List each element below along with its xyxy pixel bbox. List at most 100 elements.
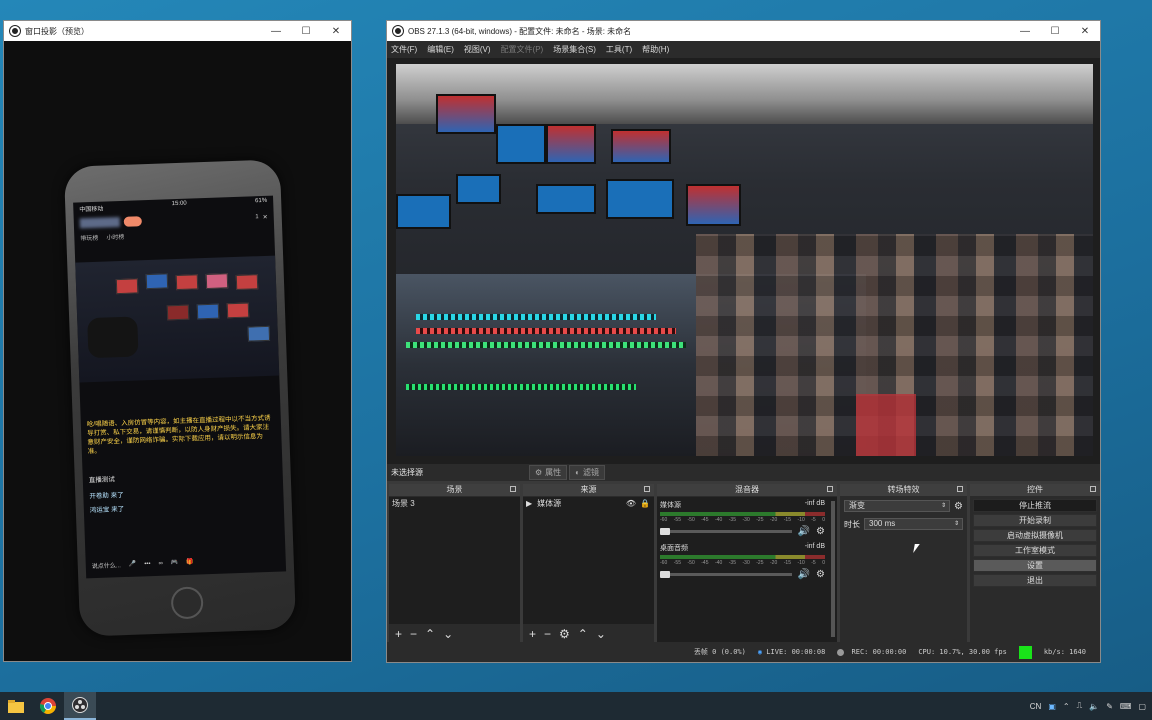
tag-1: 带玩榜	[80, 235, 99, 243]
menu-edit[interactable]: 编辑(E)	[427, 44, 454, 55]
meter-ticks: -60 -55 -50 -45 -40 -35 -30 -25 -20 -15 -10 -5 0	[660, 517, 825, 523]
filter-icon: ◐	[575, 468, 581, 477]
mic-icon: 🎤	[128, 561, 137, 568]
start-recording-button[interactable]: 开始录制	[973, 514, 1097, 527]
gear-icon[interactable]: ⚙	[816, 526, 825, 537]
speaker-icon[interactable]: 🔊	[798, 569, 810, 580]
menu-help[interactable]: 帮助(H)	[642, 44, 669, 55]
chrome-icon[interactable]	[32, 692, 64, 720]
file-explorer-icon[interactable]	[0, 692, 32, 720]
transition-select[interactable]: 渐变 ⇕	[844, 500, 951, 512]
obs-window[interactable]: OBS 27.1.3 (64-bit, windows) - 配置文件: 未命名…	[386, 20, 1101, 663]
chat-input-hint: 说点什么...	[91, 563, 121, 571]
gear-icon[interactable]: ⚙	[954, 501, 963, 512]
follow-badge	[123, 216, 142, 227]
properties-button[interactable]: ⚙ 属性	[529, 465, 568, 480]
mixer-scrollbar[interactable]	[831, 501, 835, 637]
volume-icon[interactable]: 🔈	[1089, 702, 1099, 711]
phone-image: 中国移动 15:00 61% 1 ✕ 带玩榜 小时榜 呛/唱随语、入房仿冒等内容…	[63, 159, 297, 637]
volume-slider-handle[interactable]	[660, 528, 670, 535]
controls-dock-title: 控件	[970, 484, 1100, 496]
visibility-eye-icon[interactable]: 👁	[626, 499, 636, 508]
stop-streaming-button[interactable]: 停止推流	[973, 499, 1097, 512]
menu-profile[interactable]: 配置文件(P)	[501, 44, 544, 55]
close-button[interactable]: ✕	[1070, 21, 1100, 41]
pen-icon[interactable]: ✎	[1106, 702, 1113, 711]
source-toolbar: 未选择源 ⚙ 属性 ◐ 滤镜	[387, 464, 1100, 481]
projector-title: 窗口投影（预览）	[25, 26, 89, 36]
controls-body: 停止推流 开始录制 启动虚拟摄像机 工作室模式 设置 退出	[970, 497, 1100, 644]
undock-icon[interactable]	[827, 486, 833, 492]
undock-icon[interactable]	[957, 486, 963, 492]
settings-button[interactable]: 设置	[973, 559, 1097, 572]
scene-item[interactable]: 场景 3	[389, 497, 520, 509]
dropped-frames: 丢帧 0 (0.0%)	[693, 648, 746, 656]
remove-source-button[interactable]: −	[544, 627, 551, 641]
scenes-list[interactable]: 场景 3	[389, 497, 520, 624]
menu-scene-collection[interactable]: 场景集合(S)	[553, 44, 596, 55]
close-button[interactable]: ✕	[321, 21, 351, 41]
channel-name: 媒体源	[660, 502, 681, 509]
move-down-button[interactable]: ⌄	[443, 627, 453, 641]
keyboard-icon[interactable]: ⌨	[1120, 702, 1132, 711]
preview-canvas[interactable]	[396, 64, 1093, 456]
chevron-updown-icon: ⇕	[941, 503, 947, 509]
undock-icon[interactable]	[510, 486, 516, 492]
minimize-button[interactable]: —	[261, 21, 291, 41]
projector-window[interactable]: 窗口投影（预览） — ☐ ✕ 中国移动 15:00 61% 1 ✕ 带玩榜 小时…	[3, 20, 352, 662]
remove-scene-button[interactable]: −	[410, 627, 417, 641]
cpu-fps: CPU: 10.7%, 30.00 fps	[918, 648, 1007, 656]
gear-icon[interactable]: ⚙	[816, 569, 825, 580]
move-up-button[interactable]: ⌃	[425, 627, 435, 641]
controls-dock: 控件 停止推流 开始录制 启动虚拟摄像机 工作室模式 设置 退出	[970, 484, 1100, 644]
menu-view[interactable]: 视图(V)	[464, 44, 491, 55]
system-tray: CN ▣ ⌃ ⎍ 🔈 ✎ ⌨ ▢	[1030, 692, 1146, 720]
notification-icon[interactable]: ▢	[1138, 702, 1146, 711]
start-virtual-camera-button[interactable]: 启动虚拟摄像机	[973, 529, 1097, 542]
undock-icon[interactable]	[1090, 486, 1096, 492]
input-language[interactable]: CN	[1030, 702, 1042, 711]
move-up-button[interactable]: ⌃	[578, 627, 588, 641]
exit-button[interactable]: 退出	[973, 574, 1097, 587]
lock-icon[interactable]: 🔒	[640, 499, 650, 508]
sources-toolbar: + − ⚙ ⌃ ⌄	[523, 624, 654, 644]
projector-titlebar[interactable]: 窗口投影（预览） — ☐ ✕	[4, 21, 351, 41]
source-item[interactable]: ▶ 媒体源 👁 🔒	[523, 497, 654, 509]
obs-titlebar[interactable]: OBS 27.1.3 (64-bit, windows) - 配置文件: 未命名…	[387, 21, 1100, 41]
show-hidden-icons-chevron-up-icon[interactable]: ⌃	[1063, 702, 1070, 711]
volume-slider[interactable]	[660, 571, 792, 578]
volume-slider[interactable]	[660, 528, 792, 535]
spin-arrows-icon[interactable]: ⇕	[954, 519, 959, 529]
add-source-button[interactable]: +	[529, 627, 536, 641]
menu-file[interactable]: 文件(F)	[391, 44, 417, 55]
speaker-icon[interactable]: 🔊	[798, 526, 810, 537]
minimize-button[interactable]: —	[1010, 21, 1040, 41]
projector-preview: 中国移动 15:00 61% 1 ✕ 带玩榜 小时榜 呛/唱随语、入房仿冒等内容…	[4, 41, 351, 661]
filters-button[interactable]: ◐ 滤镜	[569, 465, 606, 480]
preview-area[interactable]	[387, 58, 1100, 481]
chat-line-3: 鸿运宝 来了	[89, 506, 125, 515]
status-bar: 丢帧 0 (0.0%) ◉ LIVE: 00:00:08 REC: 00:00:…	[387, 642, 1100, 662]
sources-dock-title: 来源	[523, 484, 654, 496]
channel-name: 桌面音频	[660, 545, 688, 552]
maximize-button[interactable]: ☐	[291, 21, 321, 41]
source-settings-gear-icon[interactable]: ⚙	[559, 627, 570, 641]
channel-level: -inf dB	[804, 500, 825, 507]
ime-icon[interactable]: ▣	[1048, 702, 1056, 711]
studio-mode-button[interactable]: 工作室模式	[973, 544, 1097, 557]
move-down-button[interactable]: ⌄	[596, 627, 606, 641]
mixer-dock: 混音器 媒体源 -inf dB -60 -55 -50 -45 -40 -35 -30 -25…	[657, 484, 837, 644]
menu-tools[interactable]: 工具(T)	[606, 44, 632, 55]
undock-icon[interactable]	[644, 486, 650, 492]
maximize-button[interactable]: ☐	[1040, 21, 1070, 41]
taskbar: CN ▣ ⌃ ⎍ 🔈 ✎ ⌨ ▢	[0, 692, 1152, 720]
carrier: 中国移动	[79, 206, 104, 214]
mixer-channel-desktop: 桌面音频 -inf dB -60 -55 -50 -45 -40 -35 -30 -25 -20…	[660, 543, 825, 580]
obs-taskbar-icon[interactable]	[64, 692, 96, 720]
sources-list[interactable]: ▶ 媒体源 👁 🔒	[523, 497, 654, 624]
volume-slider-handle[interactable]	[660, 571, 670, 578]
duration-spinbox[interactable]: 300 ms ⇕	[864, 518, 963, 530]
add-scene-button[interactable]: +	[395, 627, 402, 641]
network-icon[interactable]: ⎍	[1077, 701, 1083, 711]
game-icon: 🎮	[170, 560, 179, 567]
